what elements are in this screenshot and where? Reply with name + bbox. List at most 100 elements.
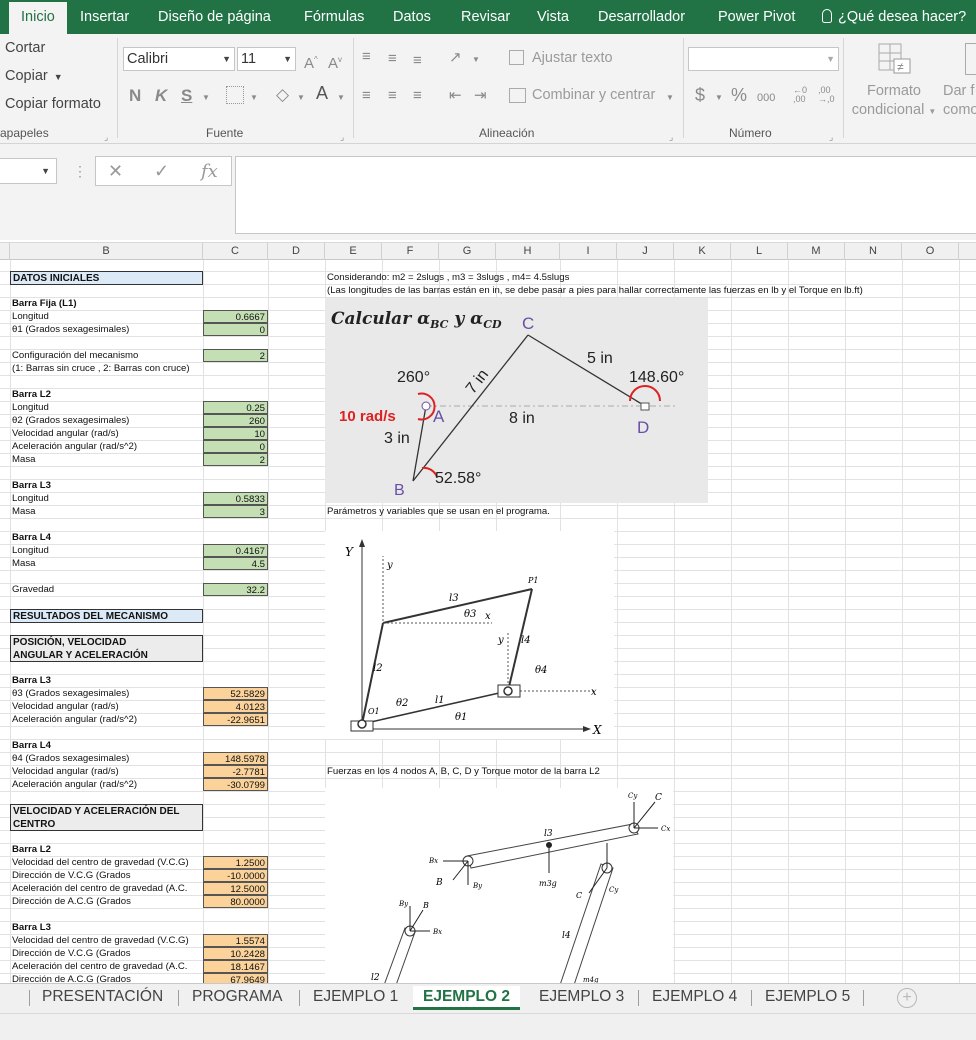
column-header[interactable]: C: [203, 243, 268, 260]
increase-decimal-icon[interactable]: ←0,00: [793, 86, 807, 104]
add-sheet-icon[interactable]: +: [897, 988, 917, 1008]
tab-power-pivot[interactable]: Power Pivot: [718, 0, 795, 34]
merge-center-button[interactable]: Combinar y centrar: [532, 87, 655, 103]
theta2-input[interactable]: 260: [203, 414, 268, 427]
sheet-tab-programa[interactable]: PROGRAMA: [192, 986, 282, 1010]
sheet-tab-ejemplo-5[interactable]: EJEMPLO 5: [765, 986, 850, 1010]
l2-vcg-label: Velocidad del centro de gravedad (V.C.G): [12, 857, 189, 868]
tab-revisar[interactable]: Revisar: [461, 0, 510, 34]
column-header[interactable]: B: [10, 243, 203, 260]
fill-color-icon[interactable]: ◇: [276, 86, 289, 104]
align-center-icon[interactable]: ≡: [388, 87, 397, 105]
name-box[interactable]: ▼: [0, 158, 57, 184]
percent-button[interactable]: %: [731, 86, 747, 104]
column-header[interactable]: L: [731, 243, 788, 260]
italic-button[interactable]: K: [155, 87, 167, 105]
sheet-tab-ejemplo-2[interactable]: EJEMPLO 2: [413, 986, 520, 1010]
cg-barra-l3-label: Barra L3: [12, 922, 51, 933]
decrease-decimal-icon[interactable]: ,00 →,0: [818, 86, 835, 104]
align-top-icon[interactable]: ≡: [362, 48, 371, 66]
formula-input[interactable]: [235, 156, 976, 234]
decrease-indent-icon[interactable]: ⇤: [449, 87, 462, 105]
l3-masa-input[interactable]: 3: [203, 505, 268, 518]
format-as-table-button[interactable]: Dar f como: [943, 82, 976, 120]
gravedad-input[interactable]: 32.2: [203, 583, 268, 596]
l1-longitud-input[interactable]: 0.6667: [203, 310, 268, 323]
align-bottom-icon[interactable]: ≡: [413, 52, 422, 70]
font-name-select[interactable]: Calibri ▼: [123, 47, 235, 71]
font-size-select[interactable]: 11 ▼: [237, 47, 296, 71]
font-color-icon[interactable]: A: [316, 84, 328, 102]
decrease-font-icon[interactable]: Av: [328, 51, 342, 73]
more-options-icon[interactable]: ⋮: [73, 162, 87, 180]
sheet-tab-ejemplo-1[interactable]: EJEMPLO 1: [313, 986, 398, 1010]
l4-longitud-input[interactable]: 0.4167: [203, 544, 268, 557]
tab-diseno-pagina[interactable]: Diseño de página: [158, 0, 271, 34]
column-header[interactable]: D: [268, 243, 325, 260]
tab-desarrollador[interactable]: Desarrollador: [598, 0, 685, 34]
align-right-icon[interactable]: ≡: [413, 87, 422, 105]
font-size-value: 11: [241, 51, 257, 67]
increase-indent-icon[interactable]: ⇥: [474, 87, 487, 105]
currency-button[interactable]: $: [695, 86, 705, 104]
copy-button[interactable]: Copiar ▼: [5, 68, 63, 84]
l2-longitud-input[interactable]: 0.25: [203, 401, 268, 414]
column-header-a[interactable]: [0, 243, 10, 260]
chevron-down-icon[interactable]: ▼: [337, 89, 345, 107]
column-header[interactable]: E: [325, 243, 382, 260]
tab-insertar[interactable]: Insertar: [80, 0, 129, 34]
theta1-input[interactable]: 0: [203, 323, 268, 336]
sheet-tab-presentacion[interactable]: PRESENTACIÓN: [42, 986, 163, 1010]
column-header[interactable]: H: [496, 243, 560, 260]
sheet-tab-ejemplo-3[interactable]: EJEMPLO 3: [539, 986, 624, 1010]
chevron-down-icon[interactable]: ▼: [202, 89, 210, 107]
tab-formulas[interactable]: Fórmulas: [304, 0, 364, 34]
tab-vista[interactable]: Vista: [537, 0, 569, 34]
config-input[interactable]: 2: [203, 349, 268, 362]
enter-icon[interactable]: ✓: [154, 161, 169, 182]
align-middle-icon[interactable]: ≡: [388, 50, 397, 68]
bold-button[interactable]: N: [129, 87, 141, 105]
cut-button[interactable]: Cortar: [5, 40, 45, 56]
thousands-button[interactable]: 000: [757, 89, 775, 107]
l2-vel-input[interactable]: 10: [203, 427, 268, 440]
column-header[interactable]: J: [617, 243, 674, 260]
tab-inicio[interactable]: Inicio: [9, 2, 67, 34]
orientation-icon[interactable]: ↗: [449, 49, 462, 67]
column-header[interactable]: F: [382, 243, 439, 260]
worksheet-grid[interactable]: DATOS INICIALES Barra Fija (L1) Longitud…: [0, 260, 976, 983]
wrap-text-button[interactable]: Ajustar texto: [532, 50, 613, 66]
column-header[interactable]: O: [902, 243, 959, 260]
borders-icon[interactable]: [226, 86, 244, 104]
o1-label: O1: [368, 707, 380, 716]
row-line: [0, 739, 976, 740]
chevron-down-icon[interactable]: ▼: [472, 51, 480, 69]
tab-datos[interactable]: Datos: [393, 0, 431, 34]
align-left-icon[interactable]: ≡: [362, 87, 371, 105]
column-header[interactable]: G: [439, 243, 496, 260]
excel-window: Inicio Insertar Diseño de página Fórmula…: [0, 0, 976, 1040]
l2-acg-value: 12.5000: [203, 882, 268, 895]
column-header[interactable]: N: [845, 243, 902, 260]
chevron-down-icon[interactable]: ▼: [715, 89, 723, 107]
insert-function-button[interactable]: fx: [201, 161, 218, 182]
chevron-down-icon[interactable]: ▼: [250, 89, 258, 107]
l2-masa-input[interactable]: 2: [203, 453, 268, 466]
column-header[interactable]: M: [788, 243, 845, 260]
l4-masa-label: Masa: [12, 558, 36, 569]
increase-font-icon[interactable]: A^: [304, 51, 318, 73]
l2-acel-input[interactable]: 0: [203, 440, 268, 453]
l3-longitud-input[interactable]: 0.5833: [203, 492, 268, 505]
tell-me-search[interactable]: ¿Qué desea hacer?: [822, 0, 966, 34]
format-painter-button[interactable]: Copiar formato: [5, 96, 101, 112]
column-header[interactable]: K: [674, 243, 731, 260]
chevron-down-icon[interactable]: ▼: [666, 89, 674, 107]
sheet-tab-ejemplo-4[interactable]: EJEMPLO 4: [652, 986, 737, 1010]
column-header[interactable]: I: [560, 243, 617, 260]
cancel-icon[interactable]: ✕: [108, 161, 123, 182]
underline-button[interactable]: S: [181, 87, 192, 105]
chevron-down-icon[interactable]: ▼: [297, 89, 305, 107]
l4-masa-input[interactable]: 4.5: [203, 557, 268, 570]
conditional-format-button[interactable]: Formato condicional ▼: [851, 82, 937, 121]
number-format-select[interactable]: ▼: [688, 47, 839, 71]
